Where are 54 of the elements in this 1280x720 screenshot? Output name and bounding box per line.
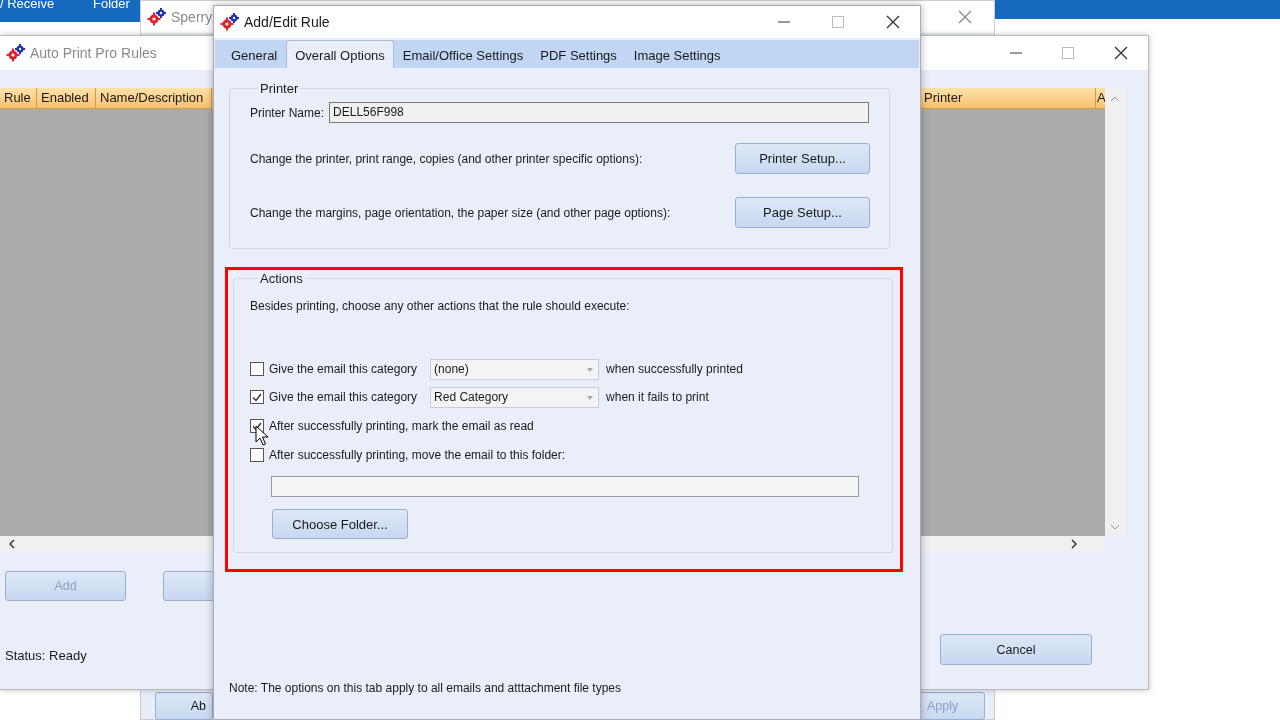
setup-button[interactable]: Page Setup... [735, 197, 870, 228]
tab[interactable]: Overall Options [286, 40, 394, 68]
tab[interactable]: Email/Office Settings [394, 42, 532, 68]
window-title: Auto Print Pro Rules [30, 45, 157, 61]
close-icon[interactable] [886, 15, 900, 29]
instruction-text: Besides printing, choose any other actions that the rule should execute: [250, 299, 631, 313]
checkbox-label: Give the email this category [269, 362, 418, 376]
folder-path-field[interactable] [271, 476, 859, 497]
scrollbar[interactable] [1105, 88, 1125, 536]
dropdown-arrow-icon[interactable] [587, 395, 594, 400]
setup-button[interactable]: Printer Setup... [735, 143, 870, 174]
tab[interactable]: General [223, 42, 286, 68]
printer-name-field[interactable]: DELL56F998 [329, 102, 870, 123]
column-header[interactable]: Enabled [37, 88, 96, 108]
field-label: Printer Name: [250, 105, 325, 120]
close-icon[interactable] [1114, 46, 1128, 60]
category-dropdown[interactable]: (none) [430, 358, 600, 380]
chevron-up-icon[interactable] [1110, 96, 1120, 102]
gears-icon [6, 44, 26, 62]
checkbox-label: when successfully printed [606, 362, 743, 376]
window-title: Add/Edit Rule [244, 14, 330, 30]
tab[interactable]: Image Settings [625, 42, 729, 68]
description-text: Change the printer, print range, copies (and other printer specific options): [250, 151, 643, 166]
chevron-left-icon[interactable] [9, 539, 15, 549]
maximize-icon[interactable] [832, 16, 844, 28]
group-title: Printer [259, 81, 300, 96]
checkbox-label: After successfully printing, move the email to this folder: [269, 448, 566, 462]
note-text: Note: The options on this tab apply to all emails and atttachment file types [229, 681, 622, 695]
checkbox[interactable] [250, 448, 264, 462]
checkbox-label: After successfully printing, mark the email as read [269, 419, 534, 433]
chevron-down-icon[interactable] [1110, 524, 1120, 530]
gears-icon [220, 13, 240, 31]
button[interactable]: Ab [155, 692, 213, 720]
checkbox[interactable] [250, 362, 264, 376]
checkmark-icon [252, 392, 262, 402]
column-header[interactable]: Rule [0, 88, 37, 108]
category-dropdown[interactable]: Red Category [430, 386, 600, 408]
window-title: Sperry [171, 9, 213, 25]
dropdown-arrow-icon[interactable] [587, 367, 594, 372]
status-text: Status: Ready [5, 648, 88, 663]
mouse-pointer-icon [255, 425, 269, 446]
choose-folder-button[interactable]: Choose Folder... [272, 509, 408, 539]
checkbox-label: Give the email this category [269, 390, 418, 404]
chevron-right-icon[interactable] [1071, 539, 1077, 549]
description-text: Change the margins, page orientation, the paper size (and other page options): [250, 205, 671, 220]
cancel-button[interactable]: Cancel [940, 634, 1092, 665]
column-header[interactable]: A [1096, 88, 1105, 108]
group-title: Actions [259, 271, 304, 286]
checkbox[interactable] [250, 390, 264, 404]
tab[interactable]: PDF Settings [532, 42, 625, 68]
maximize-icon[interactable] [1062, 47, 1074, 59]
gears-icon [147, 8, 167, 26]
column-header[interactable]: Name/Description [96, 88, 212, 108]
checkbox-label: when it fails to print [606, 390, 709, 404]
